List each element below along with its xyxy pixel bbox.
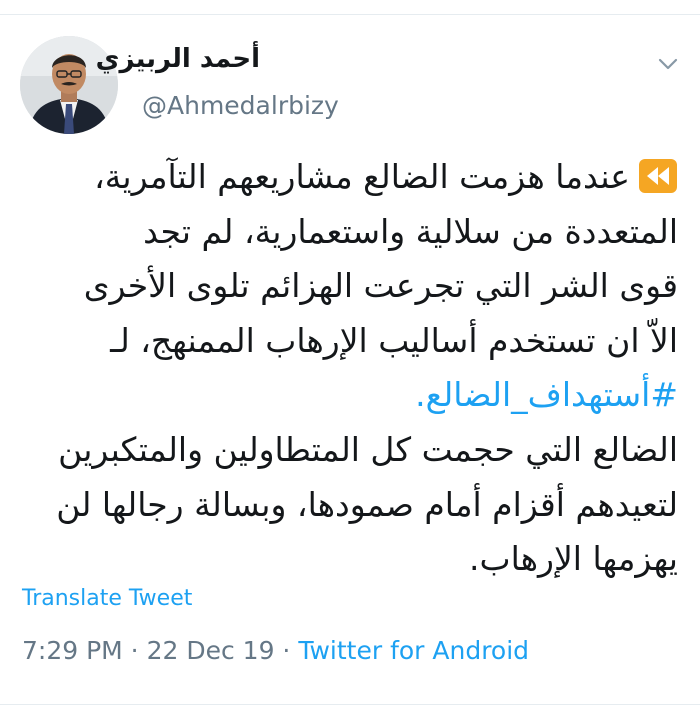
tweet-text-line-7: لتعيدهم أقزام أمام صمودها، وبسالة رجالها… [56,484,678,524]
tweet-text-line-8: يهزمها الإرهاب. [469,539,678,579]
tweet-text-line-2: المتعددة من سلالية واستعمارية، لم تجد [143,211,678,251]
tweet-text-line: عندما هزمت الضالع مشاريعهم التآمرية، [18,150,678,205]
author-display-name[interactable]: أحمد الربيزي [96,44,260,74]
tweet-text-line-4: الاّ ان تستخدم أساليب الإرهاب الممنهج، ل… [110,320,678,360]
tweet-text-line-3: قوى الشر التي تجرعت الهزائم تلوى الأخرى [83,266,678,306]
tweet-menu-button[interactable] [656,52,680,76]
hashtag-link[interactable]: #أستهداف_الضالع. [18,368,678,423]
tweet-text-line-1: عندما هزمت الضالع مشاريعهم التآمرية، [94,157,630,196]
tweet-time: 7:29 PM [22,636,123,665]
tweet-metadata: 7:29 PM · 22 Dec 19 · Twitter for Androi… [22,636,529,665]
bottom-divider [0,704,700,705]
tweet-text: عندما هزمت الضالع مشاريعهم التآمرية، الم… [18,150,678,587]
author-handle[interactable]: @Ahmedalrbizy [142,91,339,120]
tweet-header: أحمد الربيزي @Ahmedalrbizy [0,0,700,140]
translate-tweet-link[interactable]: Translate Tweet [22,586,192,611]
chevron-down-icon [658,58,678,70]
tweet-source-link[interactable]: Twitter for Android [298,636,529,665]
meta-separator: · [274,636,299,665]
rewind-emoji-icon [638,156,678,193]
meta-separator: · [122,636,147,665]
tweet-date: 22 Dec 19 [146,636,275,665]
tweet-text-line-6: الضالع التي حجمت كل المتطاولين والمتكبري… [58,429,678,469]
